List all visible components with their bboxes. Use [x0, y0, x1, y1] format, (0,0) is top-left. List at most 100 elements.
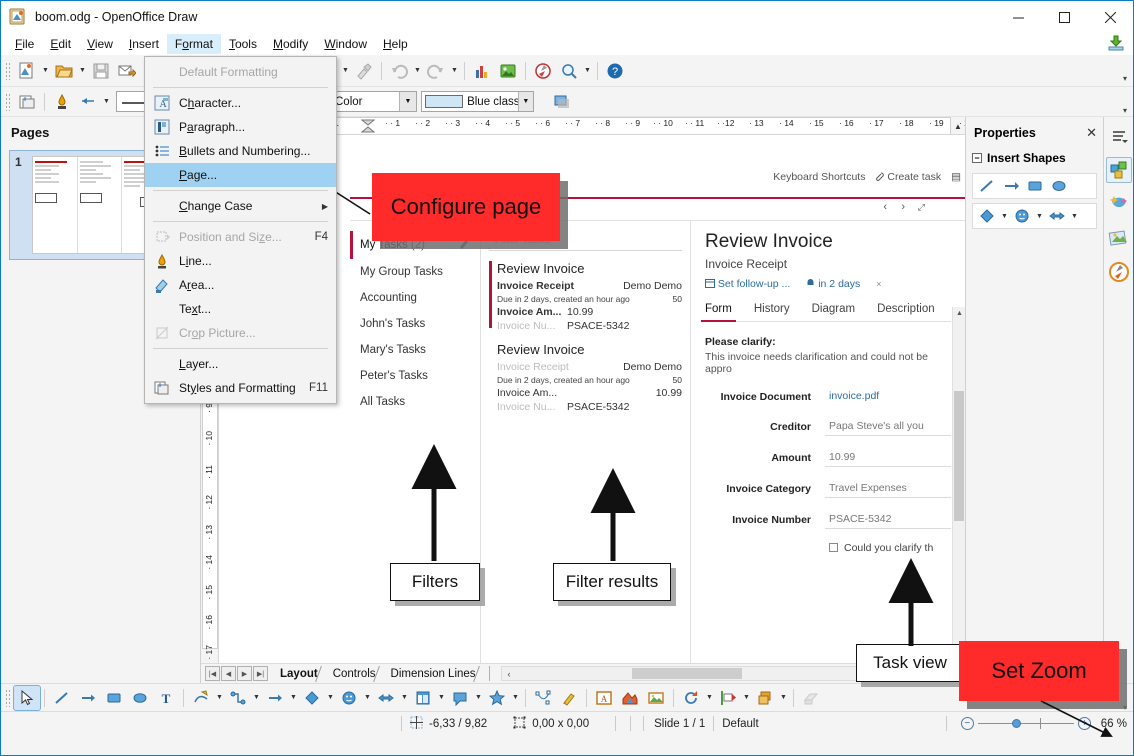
- open-document-icon[interactable]: [51, 59, 77, 83]
- task-card-1[interactable]: Review Invoice Invoice Receipt Demo Demo …: [489, 261, 682, 332]
- task-card-2[interactable]: Review Invoice Invoice Receipt Demo Demo …: [489, 342, 682, 413]
- glue-points-tool-icon[interactable]: [556, 686, 582, 710]
- fill-type-dropdown-icon[interactable]: ▼: [399, 92, 416, 111]
- close-button[interactable]: [1087, 1, 1133, 33]
- redo-dropdown-icon[interactable]: ▼: [449, 60, 460, 82]
- layer-tab-controls[interactable]: Controls: [327, 665, 388, 682]
- reminder-clear-icon[interactable]: ×: [876, 279, 881, 289]
- clone-formatting-icon[interactable]: [351, 59, 377, 83]
- symbol-shapes-tool-icon[interactable]: [336, 686, 362, 710]
- annotation-set-zoom[interactable]: Set Zoom: [959, 641, 1119, 701]
- shape-basic-dropdown-icon[interactable]: ▼: [999, 205, 1010, 227]
- save-icon[interactable]: [88, 59, 114, 83]
- field-value[interactable]: Travel Expenses: [825, 480, 951, 498]
- maximize-button[interactable]: [1041, 1, 1087, 33]
- minimize-button[interactable]: [995, 1, 1041, 33]
- download-icon[interactable]: [1107, 35, 1125, 53]
- rotate-dropdown-icon[interactable]: ▼: [704, 687, 715, 709]
- sidebar-navigator-icon[interactable]: [1106, 259, 1132, 285]
- fontwork-tool-icon[interactable]: A: [591, 686, 617, 710]
- expand-icon[interactable]: ⤢: [918, 202, 925, 213]
- tab-description[interactable]: Description: [877, 303, 935, 315]
- shape-block-arrow-icon[interactable]: [1045, 205, 1069, 227]
- callout-tool-icon[interactable]: [447, 686, 473, 710]
- shape-arrow-icon[interactable]: [999, 175, 1023, 197]
- annotation-filter-results[interactable]: Filter results: [553, 563, 671, 601]
- nav-item-my-group-tasks[interactable]: My Group Tasks: [350, 259, 480, 285]
- menu-item-position-and-size[interactable]: Position and Size... F4: [145, 225, 336, 249]
- shape-block-arrow-dropdown-icon[interactable]: ▼: [1069, 205, 1080, 227]
- hyperlink-icon[interactable]: [530, 59, 556, 83]
- shape-symbol-dropdown-icon[interactable]: ▼: [1034, 205, 1045, 227]
- menu-view[interactable]: View: [79, 34, 121, 54]
- properties-close-icon[interactable]: ✕: [1086, 125, 1097, 141]
- tab-diagram[interactable]: Diagram: [812, 303, 855, 315]
- nav-prev-button[interactable]: ◀: [221, 666, 236, 681]
- reminder-badge[interactable]: in 2 days: [806, 278, 860, 290]
- line-color-icon[interactable]: [49, 90, 75, 114]
- chart-icon[interactable]: [469, 59, 495, 83]
- mock-scroll-thumb[interactable]: [954, 391, 964, 521]
- link-keyboard-shortcuts[interactable]: Keyboard Shortcuts: [773, 171, 865, 183]
- zoom-icon[interactable]: [556, 59, 582, 83]
- menu-item-text[interactable]: Text...: [145, 297, 336, 321]
- zoom-value[interactable]: 66 %: [1101, 718, 1127, 730]
- nav-first-button[interactable]: |◀: [205, 666, 220, 681]
- fill-color-combo[interactable]: Blue classic ▼: [421, 91, 534, 112]
- curve-dropdown-icon[interactable]: ▼: [214, 687, 225, 709]
- shadow-tool-icon[interactable]: [798, 686, 824, 710]
- lines-and-arrows-tool-icon[interactable]: [262, 686, 288, 710]
- nav-item-accounting[interactable]: Accounting: [350, 285, 480, 311]
- nav-item-peters-tasks[interactable]: Peter's Tasks: [350, 363, 480, 389]
- help-icon[interactable]: ?: [602, 59, 628, 83]
- tab-form[interactable]: Form: [701, 303, 736, 322]
- zoom-in-button[interactable]: +: [1077, 717, 1091, 730]
- layer-tab-dimension-lines[interactable]: Dimension Lines: [385, 665, 488, 682]
- insert-image-icon[interactable]: [495, 59, 521, 83]
- basic-shapes-dropdown-icon[interactable]: ▼: [325, 687, 336, 709]
- block-arrows-dropdown-icon[interactable]: ▼: [399, 687, 410, 709]
- menu-edit[interactable]: Edit: [42, 34, 79, 54]
- tab-history[interactable]: History: [754, 303, 790, 315]
- zoom-out-button[interactable]: −: [960, 717, 974, 730]
- menu-item-line[interactable]: Line...: [145, 249, 336, 273]
- menu-item-page[interactable]: Page...: [145, 163, 336, 187]
- zoom-slider-track[interactable]: [977, 718, 1074, 729]
- ruler-scroll-up-icon[interactable]: ▲: [951, 117, 965, 134]
- menu-format[interactable]: Format: [166, 34, 221, 54]
- link-create-task[interactable]: Create task: [875, 171, 941, 183]
- ellipse-tool-icon[interactable]: [127, 686, 153, 710]
- drawbar-grip[interactable]: [5, 688, 10, 707]
- sidebar-styles-icon[interactable]: [1106, 225, 1132, 251]
- annotation-configure-page[interactable]: Configure page: [372, 173, 560, 241]
- connector-dropdown-icon[interactable]: ▼: [251, 687, 262, 709]
- annotation-filters[interactable]: Filters: [390, 563, 480, 601]
- basic-shapes-tool-icon[interactable]: [299, 686, 325, 710]
- menu-item-area[interactable]: Area...: [145, 273, 336, 297]
- menu-item-bullets-and-numbering[interactable]: Bullets and Numbering...: [145, 139, 336, 163]
- insert-shapes-section-header[interactable]: − Insert Shapes: [966, 147, 1103, 169]
- rotate-tool-icon[interactable]: [678, 686, 704, 710]
- mock-scroll-up-icon[interactable]: ▲: [953, 307, 965, 320]
- menu-item-layer[interactable]: Layer...: [145, 352, 336, 376]
- menu-window[interactable]: Window: [316, 34, 375, 54]
- symbol-shapes-dropdown-icon[interactable]: ▼: [362, 687, 373, 709]
- nav-last-button[interactable]: ▶|: [253, 666, 268, 681]
- nav-next-button[interactable]: ▶: [237, 666, 252, 681]
- sidebar-properties-icon[interactable]: [1105, 157, 1132, 183]
- callout-dropdown-icon[interactable]: ▼: [473, 687, 484, 709]
- open-document-dropdown-icon[interactable]: ▼: [77, 60, 88, 82]
- line-style-dropdown-icon[interactable]: ▼: [101, 91, 112, 113]
- flowchart-tool-icon[interactable]: [410, 686, 436, 710]
- insert-object-tool-icon[interactable]: [617, 686, 643, 710]
- menu-item-paragraph[interactable]: Paragraph...: [145, 115, 336, 139]
- shape-line-icon[interactable]: [975, 175, 999, 197]
- nav-next-icon[interactable]: ›: [901, 201, 905, 213]
- clarify-checkbox[interactable]: [829, 543, 838, 552]
- menu-item-styles-and-formatting[interactable]: Styles and Formatting F11: [145, 376, 336, 400]
- points-tool-icon[interactable]: [530, 686, 556, 710]
- shape-basic-icon[interactable]: [975, 205, 999, 227]
- undo-dropdown-icon[interactable]: ▼: [412, 60, 423, 82]
- menu-help[interactable]: Help: [375, 34, 416, 54]
- new-document-icon[interactable]: [14, 59, 40, 83]
